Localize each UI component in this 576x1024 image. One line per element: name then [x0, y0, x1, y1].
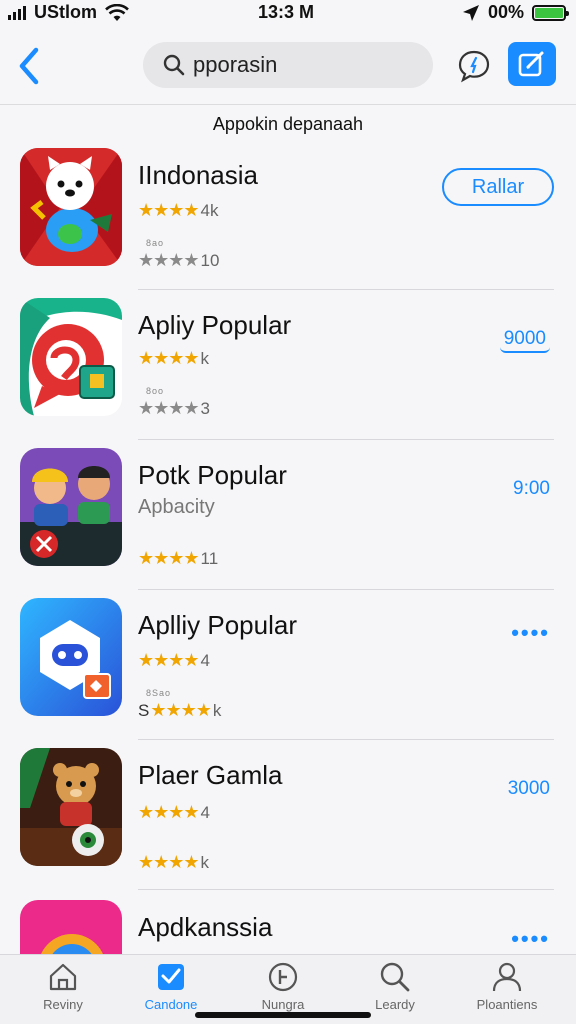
price-button[interactable]: 3000: [508, 778, 550, 800]
battery-percent: 00%: [487, 2, 524, 22]
meta-text: 8oo: [146, 386, 165, 396]
more-options-button[interactable]: ••••: [511, 620, 550, 646]
star-icons: ★★★★: [138, 650, 200, 670]
star-icons: ★★★★: [138, 200, 200, 220]
tab-profile[interactable]: Ploantiens: [452, 961, 562, 1021]
rating-count: 11: [200, 549, 219, 568]
signal-icon: [8, 5, 26, 20]
rating-prefix: S: [138, 701, 150, 720]
rating-count: k: [200, 349, 210, 368]
app-icon-bear-game[interactable]: [20, 748, 122, 866]
meta-text: 8ao: [146, 238, 165, 248]
more-options-button[interactable]: ••••: [511, 926, 550, 952]
chevron-left-icon: [19, 47, 39, 85]
meta-text: 8Sao: [146, 688, 172, 698]
home-indicator[interactable]: [195, 1012, 371, 1018]
app-name: Apdkanssia: [138, 912, 273, 942]
rating-stars: ★★★★ 4: [138, 802, 210, 823]
navigation-bar: pporasin: [0, 38, 576, 94]
compose-icon: [518, 51, 544, 77]
price-button[interactable]: 9:00: [513, 478, 550, 500]
star-icons: ★★★★: [138, 250, 200, 270]
app-icon-blue-robot[interactable]: [20, 598, 122, 716]
price-label: 9000: [499, 328, 550, 353]
tab-label: Leardy: [375, 997, 415, 1012]
rating-stars: ★★★★ 4: [138, 650, 210, 671]
star-icons: ★★★★: [138, 852, 200, 872]
star-icons: ★★★★: [138, 348, 200, 368]
tab-label: Reviny: [43, 997, 83, 1012]
search-field[interactable]: pporasin: [143, 42, 433, 88]
search-icon: [380, 962, 410, 992]
clock-icon: [268, 962, 298, 992]
clock-time: 13:3 M: [258, 2, 315, 22]
app-store-screen: UStlom 13:3 M 00% pporasin Appokin depan…: [0, 0, 576, 1024]
rating-stars-secondary: S★★★★ k: [138, 700, 221, 721]
search-query: pporasin: [193, 52, 278, 77]
star-icons: ★★★★: [138, 802, 200, 822]
rating-count: 10: [200, 251, 220, 270]
rating-count: 3: [200, 399, 211, 418]
app-name: Apliy Popular: [138, 310, 292, 340]
list-item[interactable]: Aplliy Popular ★★★★ 4 8Sao S★★★★ k ••••: [0, 590, 576, 740]
rating-stars-secondary: ★★★★ 10: [138, 250, 219, 271]
location-arrow-icon: [462, 4, 479, 21]
app-icon-bear-mascot[interactable]: [20, 148, 122, 266]
header-divider: [0, 104, 576, 105]
get-button[interactable]: Rallar: [442, 168, 554, 206]
list-item[interactable]: IIndonasia ★★★★ 4k 8ao ★★★★ 10 Rallar: [0, 140, 576, 290]
rating-stars-secondary: ★★★★ k: [138, 852, 209, 873]
app-icon-red-chat[interactable]: [20, 298, 122, 416]
app-name: Plaer Gamla: [138, 760, 283, 790]
rating-stars: ★★★★ 11: [138, 548, 218, 569]
tab-label: Nungra: [261, 997, 305, 1012]
battery-icon: [532, 4, 569, 21]
list-item[interactable]: Potk Popular Apbacity ★★★★ 11 9:00: [0, 440, 576, 590]
carrier-label: UStlom: [34, 2, 97, 22]
chat-bubble-icon: [458, 50, 490, 83]
status-left: UStlom: [8, 2, 129, 23]
app-name: Aplliy Popular: [138, 610, 297, 640]
rating-stars-secondary: ★★★★ 3: [138, 398, 210, 419]
app-name: Potk Popular: [138, 460, 287, 490]
list-item[interactable]: Plaer Gamla ★★★★ 4 ★★★★ k 3000: [0, 740, 576, 890]
app-name: IIndonasia: [138, 160, 258, 190]
tab-label: Candone: [144, 997, 198, 1012]
list-item[interactable]: Apliy Popular ★★★★ k 8oo ★★★★ 3 9000: [0, 290, 576, 440]
app-subtitle: Apbacity: [138, 496, 215, 518]
status-bar: UStlom 13:3 M 00%: [0, 0, 576, 28]
status-right: 00%: [462, 2, 569, 23]
search-icon: [163, 54, 185, 76]
back-button[interactable]: [14, 44, 44, 88]
section-title: Appokin depanaah: [212, 114, 364, 134]
rating-count: 4: [200, 803, 211, 822]
rating-count: k: [212, 701, 222, 720]
star-icons: ★★★★: [138, 548, 200, 568]
checkmark-box-icon: [158, 964, 184, 990]
chat-button[interactable]: [456, 48, 492, 84]
home-icon: [49, 963, 77, 991]
rating-count: 4k: [200, 201, 219, 220]
rating-count: 4: [200, 651, 211, 670]
tab-label: Ploantiens: [476, 997, 538, 1012]
rating-count: k: [200, 853, 210, 872]
rating-stars: ★★★★ k: [138, 348, 209, 369]
app-icon-cartoon-kids[interactable]: [20, 448, 122, 566]
person-icon: [492, 962, 522, 992]
wifi-icon: [105, 3, 129, 21]
star-icons: ★★★★: [138, 398, 200, 418]
row-divider: [138, 889, 554, 890]
compose-button[interactable]: [508, 42, 556, 86]
price-button[interactable]: 9000: [499, 328, 550, 353]
rating-stars: ★★★★ 4k: [138, 200, 219, 221]
star-icons: ★★★★: [150, 700, 212, 720]
tab-home[interactable]: Reviny: [8, 961, 118, 1021]
